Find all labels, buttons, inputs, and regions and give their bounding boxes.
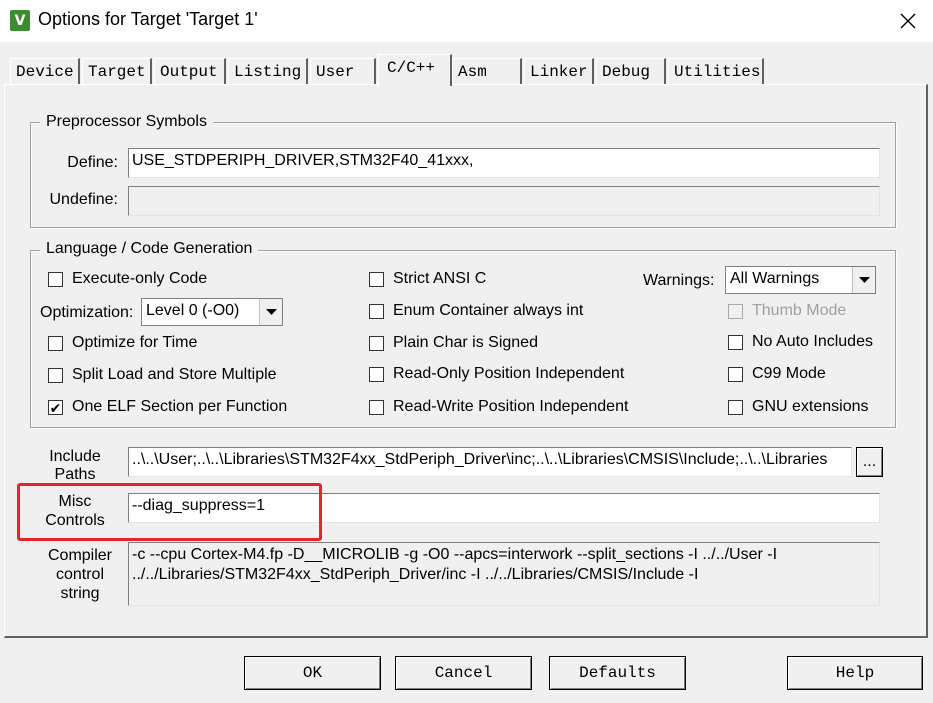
- undefine-label: Undefine:: [49, 191, 119, 208]
- warnings-value: All Warnings: [730, 270, 820, 287]
- tab-user[interactable]: User: [310, 58, 376, 84]
- ok-button[interactable]: OK: [244, 656, 381, 690]
- tab-c-cpp[interactable]: C/C++: [378, 54, 452, 86]
- optimization-dropdown-button[interactable]: [259, 299, 282, 325]
- undefine-input[interactable]: [128, 186, 880, 216]
- tab-debug[interactable]: Debug: [596, 58, 666, 84]
- warnings-dropdown-button[interactable]: [852, 267, 875, 293]
- preprocessor-group-title: Preprocessor Symbols: [40, 113, 213, 131]
- close-button[interactable]: [886, 4, 930, 38]
- compiler-string-label: Compiler control string: [40, 546, 120, 603]
- split-load-checkbox[interactable]: [48, 368, 63, 383]
- include-paths-label: Include Paths: [40, 448, 110, 484]
- language-group-title: Language / Code Generation: [40, 240, 259, 258]
- tab-label: Listing: [234, 63, 302, 81]
- compiler-string-text: -c --cpu Cortex-M4.fp -D__MICROLIB -g -O…: [128, 542, 880, 606]
- one-elf-label: One ELF Section per Function: [72, 398, 288, 415]
- tab-output[interactable]: Output: [154, 58, 226, 84]
- thumb-mode-label: Thumb Mode: [752, 302, 847, 319]
- plain-char-checkbox[interactable]: [369, 336, 384, 351]
- tab-label: Target: [88, 63, 146, 81]
- optimization-value: Level 0 (-O0): [146, 302, 240, 319]
- close-icon: [900, 13, 916, 29]
- tab-device[interactable]: Device: [10, 58, 80, 84]
- enum-container-checkbox[interactable]: [369, 304, 384, 319]
- one-elf-checkbox[interactable]: ✔: [48, 400, 63, 415]
- c99-mode-checkbox[interactable]: [728, 367, 743, 382]
- c99-mode-label: C99 Mode: [752, 365, 826, 382]
- keil-uvision-icon: V: [10, 10, 30, 31]
- warnings-label: Warnings:: [643, 272, 715, 289]
- plain-char-label: Plain Char is Signed: [393, 334, 538, 351]
- defaults-button[interactable]: Defaults: [549, 656, 686, 690]
- split-load-label: Split Load and Store Multiple: [72, 366, 277, 383]
- include-paths-label-line2: Paths: [54, 466, 96, 483]
- highlight-annotation: [17, 483, 322, 541]
- tab-label: Device: [16, 63, 74, 81]
- optimization-select[interactable]: Level 0 (-O0): [141, 298, 283, 326]
- chevron-down-icon: [858, 276, 870, 283]
- tab-utilities[interactable]: Utilities: [668, 58, 764, 84]
- thumb-mode-checkbox[interactable]: [728, 304, 743, 319]
- execute-only-label: Execute-only Code: [72, 270, 208, 287]
- rw-position-independent-checkbox[interactable]: [369, 400, 384, 415]
- help-button[interactable]: Help: [787, 656, 923, 690]
- define-input[interactable]: USE_STDPERIPH_DRIVER,STM32F40_41xxx,: [128, 148, 880, 178]
- tab-label: Asm: [458, 63, 487, 81]
- tab-target[interactable]: Target: [82, 58, 152, 84]
- optimization-label: Optimization:: [40, 304, 134, 321]
- no-auto-includes-checkbox[interactable]: [728, 335, 743, 350]
- tab-label: Output: [160, 63, 218, 81]
- tab-label: C/C++: [387, 59, 436, 77]
- tab-label: Utilities: [674, 63, 761, 81]
- rw-position-independent-label: Read-Write Position Independent: [393, 398, 629, 415]
- include-paths-browse-button[interactable]: ...: [856, 447, 883, 477]
- compiler-string-label-line2: control: [55, 566, 105, 583]
- enum-container-label: Enum Container always int: [393, 302, 584, 319]
- include-paths-label-line1: Include: [49, 448, 101, 465]
- compiler-string-label-line1: Compiler: [47, 547, 112, 564]
- tab-label: User: [316, 63, 355, 81]
- window-title: Options for Target 'Target 1': [38, 9, 258, 29]
- chevron-down-icon: [265, 308, 277, 315]
- include-paths-input[interactable]: ..\..\User;..\..\Libraries\STM32F4xx_Std…: [128, 447, 852, 477]
- gnu-extensions-label: GNU extensions: [752, 398, 869, 415]
- tab-asm[interactable]: Asm: [452, 58, 522, 84]
- no-auto-includes-label: No Auto Includes: [752, 333, 873, 350]
- tab-label: Debug: [602, 63, 651, 81]
- cancel-button[interactable]: Cancel: [395, 656, 532, 690]
- tab-listing[interactable]: Listing: [228, 58, 308, 84]
- compiler-string-label-line3: string: [60, 585, 100, 602]
- strict-ansi-label: Strict ANSI C: [393, 270, 487, 287]
- checkmark-icon: ✔: [49, 399, 62, 416]
- ro-position-independent-label: Read-Only Position Independent: [393, 365, 625, 382]
- warnings-select[interactable]: All Warnings: [725, 266, 876, 294]
- define-label: Define:: [67, 154, 118, 171]
- optimize-time-checkbox[interactable]: [48, 336, 63, 351]
- gnu-extensions-checkbox[interactable]: [728, 400, 743, 415]
- tab-label: Linker: [530, 63, 588, 81]
- optimize-time-label: Optimize for Time: [72, 334, 198, 351]
- ro-position-independent-checkbox[interactable]: [369, 367, 384, 382]
- tab-linker[interactable]: Linker: [524, 58, 594, 84]
- strict-ansi-checkbox[interactable]: [369, 272, 384, 287]
- execute-only-checkbox[interactable]: [48, 272, 63, 287]
